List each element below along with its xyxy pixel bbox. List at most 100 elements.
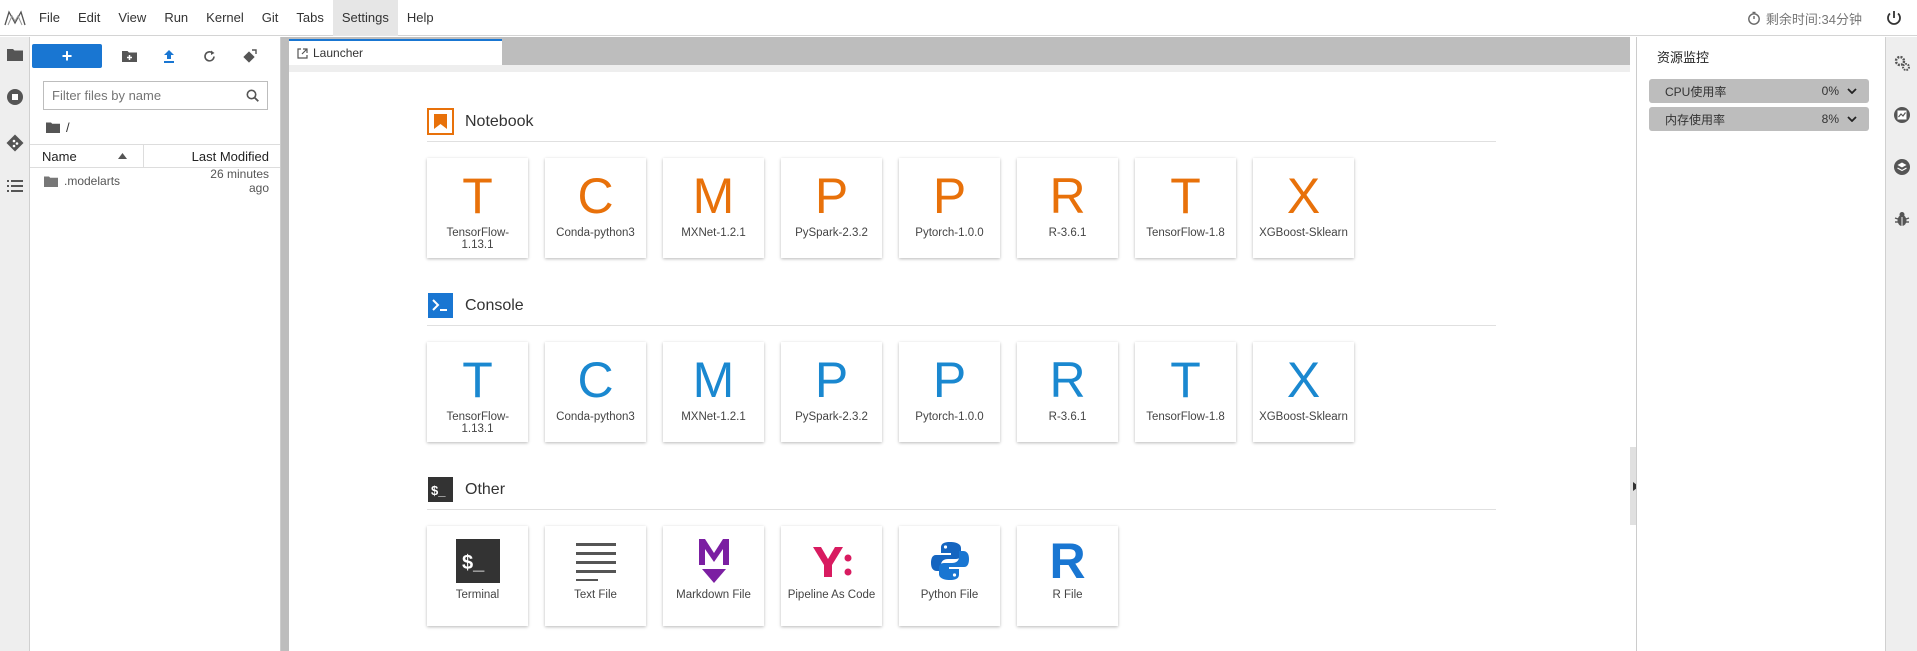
menu-file[interactable]: File — [30, 0, 69, 36]
column-name-header[interactable]: Name — [30, 145, 144, 167]
other-card-pipeline-as-code[interactable]: Pipeline As Code — [781, 526, 882, 626]
console-card-r[interactable]: R R-3.6.1 — [1017, 342, 1118, 442]
git-tab[interactable] — [0, 123, 30, 163]
other-card-r-file[interactable]: R R File — [1017, 526, 1118, 626]
other-label: Python File — [920, 589, 979, 601]
notebook-section-header: Notebook — [427, 102, 1496, 142]
kernel-letter: R — [1049, 352, 1086, 408]
console-card-pytorch[interactable]: P Pytorch-1.0.0 — [899, 342, 1000, 442]
memory-usage-row[interactable]: 内存使用率 8% — [1649, 107, 1869, 131]
menu-run[interactable]: Run — [155, 0, 197, 36]
sort-ascending-icon — [118, 153, 127, 159]
kernel-label: XGBoost-Sklearn — [1259, 411, 1348, 423]
git-clone-button[interactable] — [229, 37, 269, 75]
home-folder-icon[interactable] — [46, 122, 60, 133]
stop-circle-icon — [7, 89, 23, 105]
kernel-label: MXNet-1.2.1 — [681, 227, 746, 239]
file-filter-input[interactable] — [52, 88, 232, 103]
refresh-icon — [203, 50, 215, 62]
terminal-icon: $_ — [454, 536, 502, 586]
notebook-card-mxnet[interactable]: M MXNet-1.2.1 — [663, 158, 764, 258]
tab-bar: Launcher — [289, 37, 1630, 65]
file-row[interactable]: .modelarts 26 minutes ago — [30, 167, 280, 195]
kernel-label: XGBoost-Sklearn — [1259, 227, 1348, 239]
menu-kernel[interactable]: Kernel — [197, 0, 253, 36]
menu-git[interactable]: Git — [253, 0, 288, 36]
file-browser-tab[interactable] — [0, 37, 30, 71]
notebook-card-pytorch[interactable]: P Pytorch-1.0.0 — [899, 158, 1000, 258]
power-icon[interactable] — [1885, 9, 1903, 27]
property-inspector-tab[interactable] — [1886, 37, 1917, 89]
cpu-usage-row[interactable]: CPU使用率 0% — [1649, 79, 1869, 103]
new-folder-button[interactable] — [109, 37, 149, 75]
running-sessions-tab[interactable] — [0, 71, 30, 123]
bug-icon — [1894, 212, 1910, 226]
console-cards: T TensorFlow-1.13.1 C Conda-python3 M MXNet… — [427, 342, 1496, 442]
file-filter-field[interactable] — [43, 81, 268, 110]
tab-launcher[interactable]: Launcher — [289, 39, 502, 65]
kernel-label: Conda-python3 — [556, 227, 635, 239]
console-card-tensorflow-1-13-1[interactable]: T TensorFlow-1.13.1 — [427, 342, 528, 442]
cpu-usage-label: CPU使用率 — [1665, 84, 1727, 99]
console-card-xgboost-sklearn[interactable]: X XGBoost-Sklearn — [1253, 342, 1354, 442]
layers-tab[interactable] — [1886, 141, 1917, 193]
resource-monitor-panel: 资源监控 CPU使用率 0% 内存使用率 8% — [1636, 37, 1885, 651]
list-icon — [7, 180, 23, 192]
debugger-tab[interactable] — [1886, 193, 1917, 245]
menu-help[interactable]: Help — [398, 0, 443, 36]
kernel-label: MXNet-1.2.1 — [681, 411, 746, 423]
other-card-markdown-file[interactable]: Markdown File — [663, 526, 764, 626]
other-card-python-file[interactable]: Python File — [899, 526, 1000, 626]
kernel-letter: T — [462, 168, 493, 224]
menu-settings[interactable]: Settings — [332, 0, 398, 36]
kernel-letter: M — [692, 352, 735, 408]
console-section-title: Console — [465, 296, 524, 314]
git-clone-icon — [242, 48, 257, 63]
other-card-terminal[interactable]: $_ Terminal — [427, 526, 528, 626]
breadcrumb-root[interactable]: / — [66, 120, 70, 135]
console-card-mxnet[interactable]: M MXNet-1.2.1 — [663, 342, 764, 442]
memory-usage-value: 8% — [1821, 112, 1839, 126]
launcher-panel: Notebook T TensorFlow-1.13.1 C Conda-pytho… — [289, 65, 1630, 651]
resource-monitor-tab[interactable] — [1886, 89, 1917, 141]
notebook-card-r[interactable]: R R-3.6.1 — [1017, 158, 1118, 258]
notebook-card-tensorflow-1-8[interactable]: T TensorFlow-1.8 — [1135, 158, 1236, 258]
notebook-card-xgboost-sklearn[interactable]: X XGBoost-Sklearn — [1253, 158, 1354, 258]
kernel-label: TensorFlow-1.8 — [1146, 227, 1225, 239]
menu-bar: File Edit View Run Kernel Git Tabs Setti… — [0, 0, 1917, 36]
menu-view[interactable]: View — [109, 0, 155, 36]
notebook-card-conda-python3[interactable]: C Conda-python3 — [545, 158, 646, 258]
stopwatch-icon — [1748, 11, 1760, 25]
upload-button[interactable] — [149, 37, 189, 75]
column-modified-header[interactable]: Last Modified — [144, 145, 280, 167]
right-activity-bar — [1885, 37, 1917, 651]
console-card-tensorflow-1-8[interactable]: T TensorFlow-1.8 — [1135, 342, 1236, 442]
kernel-label: Conda-python3 — [556, 411, 635, 423]
breadcrumb: / — [30, 110, 280, 144]
file-modified: 26 minutes ago — [210, 167, 269, 195]
kernel-letter: T — [1170, 168, 1201, 224]
notebook-card-tensorflow-1-13-1[interactable]: T TensorFlow-1.13.1 — [427, 158, 528, 258]
kernel-letter: X — [1286, 168, 1321, 224]
other-label: R File — [1052, 589, 1083, 601]
menu-tabs[interactable]: Tabs — [287, 0, 332, 36]
console-card-pyspark[interactable]: P PySpark-2.3.2 — [781, 342, 882, 442]
menu-edit[interactable]: Edit — [69, 0, 109, 36]
refresh-button[interactable] — [189, 37, 229, 75]
search-icon — [246, 89, 259, 102]
kernel-letter: C — [577, 168, 614, 224]
kernel-letter: P — [814, 168, 849, 224]
resource-monitor-title: 资源监控 — [1657, 49, 1710, 65]
chevron-down-icon — [1847, 116, 1857, 122]
other-card-text-file[interactable]: Text File — [545, 526, 646, 626]
panel-splitter[interactable] — [281, 37, 289, 651]
svg-text:$_: $_ — [431, 483, 446, 498]
kernel-letter: M — [692, 168, 735, 224]
other-section-title: Other — [465, 480, 506, 498]
new-launcher-button[interactable]: + — [32, 44, 102, 68]
console-card-conda-python3[interactable]: C Conda-python3 — [545, 342, 646, 442]
table-of-contents-tab[interactable] — [0, 163, 30, 209]
file-browser: + / Name Last Modified .mode — [30, 37, 281, 651]
python-icon — [926, 536, 974, 586]
notebook-card-pyspark[interactable]: P PySpark-2.3.2 — [781, 158, 882, 258]
